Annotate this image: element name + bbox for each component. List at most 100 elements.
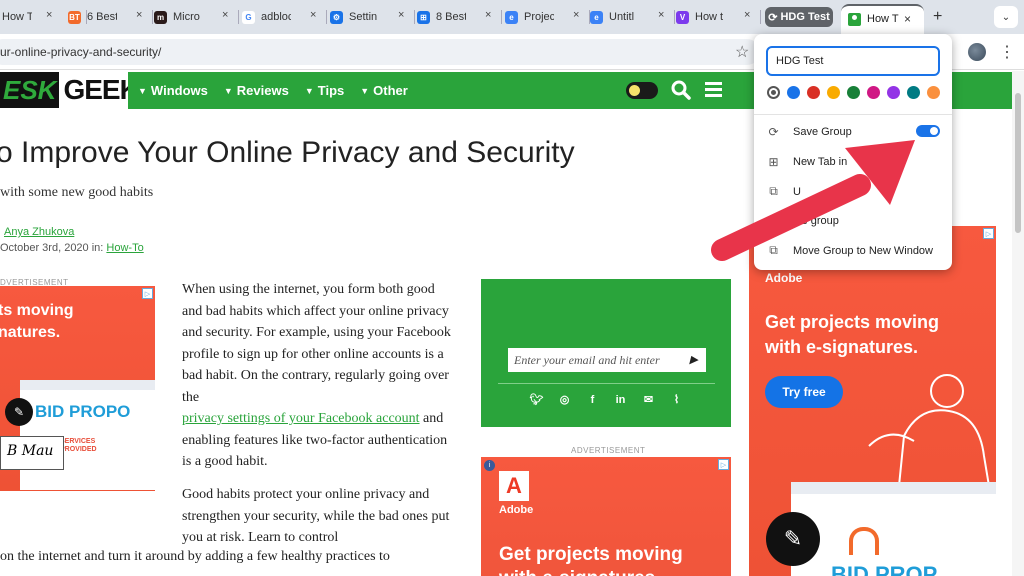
sync-icon: ⟳ [766, 124, 781, 139]
tab-separator [501, 10, 502, 24]
close-tab-icon[interactable]: × [658, 9, 666, 21]
signature-box: B Mau [0, 436, 64, 470]
url-text: ur-online-privacy-and-security/ [0, 45, 161, 59]
browser-tab[interactable]: Gadbloc× [242, 6, 318, 28]
close-tab-icon[interactable]: × [744, 9, 752, 21]
caret-down-icon: ▼ [138, 86, 147, 96]
new-tab-in-group-item[interactable]: ⊞New Tab in [766, 154, 847, 169]
close-tab-icon[interactable]: × [398, 9, 406, 21]
paragraph-2-continued: on the internet and turn it around by ad… [0, 549, 390, 565]
group-name-input[interactable]: HDG Test [766, 46, 940, 76]
browser-menu-icon[interactable]: ⋮ [999, 42, 1015, 62]
instagram-icon[interactable]: ◎ [557, 392, 572, 407]
adchoices-icon[interactable]: ▷ [983, 228, 994, 239]
browser-tab[interactable]: ⊞8 Best× [417, 6, 493, 28]
scrollbar-thumb[interactable] [1015, 93, 1021, 233]
profile-avatar[interactable] [968, 43, 986, 61]
submit-arrow-icon[interactable]: ▶ [690, 353, 698, 366]
color-swatch[interactable] [807, 86, 820, 99]
tab-favicon-icon: ⚙ [330, 11, 343, 24]
color-swatch[interactable] [927, 86, 940, 99]
ad-bid-text: BID PROPO [35, 402, 130, 422]
nav-other[interactable]: ▼Other [360, 83, 408, 98]
color-swatch[interactable] [867, 86, 880, 99]
try-free-button[interactable]: Try free [765, 376, 843, 408]
left-ad[interactable]: ts moving natures. ▷ BID PROPO SERVICES … [0, 286, 155, 491]
ad-document-card: BID PROP [791, 482, 996, 576]
color-swatch[interactable] [887, 86, 900, 99]
nav-tips[interactable]: ▼Tips [305, 83, 344, 98]
tab-favicon-icon: m [154, 11, 167, 24]
caret-down-icon: ▼ [360, 86, 369, 96]
tab-favicon-icon: BT [68, 11, 81, 24]
paragraph-2: Good habits protect your online privacy … [182, 484, 452, 549]
save-group-item[interactable]: ⟳Save Group [766, 124, 852, 139]
browser-tab[interactable]: e Projec × [505, 6, 581, 28]
site-logo[interactable]: ESK GEEK [0, 72, 139, 108]
browser-tab[interactable]: VHow t× [676, 6, 752, 28]
tab-group-chip[interactable]: ⟳ HDG Test [765, 7, 833, 27]
email-field[interactable]: Enter your email and hit enter▶ [508, 348, 706, 372]
sync-icon: ⟳ [768, 11, 777, 24]
browser-tab[interactable]: eUntitl× [590, 6, 666, 28]
middle-ad[interactable]: i ▷ A Adobe Get projects movingwith e-si… [481, 457, 731, 576]
linkedin-icon[interactable]: in [613, 392, 628, 407]
browser-tab[interactable]: m Micro × [154, 6, 230, 28]
browser-tab[interactable]: BT6 Best× [68, 6, 144, 28]
ad-services-text: SERVICES PROVIDED [60, 438, 97, 454]
ungroup-item[interactable]: ⧉U [766, 184, 801, 199]
site-favicon-icon [848, 13, 861, 26]
address-bar[interactable]: ur-online-privacy-and-security/ [0, 39, 760, 65]
adchoices-icon[interactable]: ▷ [142, 288, 153, 299]
browser-tab[interactable]: How T× [2, 6, 78, 28]
color-swatch[interactable] [847, 86, 860, 99]
bookmark-star-icon[interactable]: ☆ [735, 42, 749, 62]
color-picker [767, 86, 940, 99]
twitter-icon[interactable]: 🐦︎ [529, 392, 544, 407]
color-swatch[interactable] [767, 86, 780, 99]
new-tab-button[interactable]: + [933, 8, 942, 26]
new-tab-icon: ⊞ [766, 154, 781, 169]
sign-pen-icon: ✎ [5, 398, 33, 426]
close-tab-icon[interactable]: × [136, 9, 144, 21]
tab-separator [760, 10, 761, 24]
rss-icon[interactable]: ⌇ [669, 392, 684, 407]
close-tab-icon[interactable]: × [485, 9, 493, 21]
tab-favicon-icon: G [242, 11, 255, 24]
dark-mode-toggle[interactable] [626, 82, 658, 99]
category-link[interactable]: How-To [106, 242, 143, 254]
nav-windows[interactable]: ▼Windows [138, 83, 208, 98]
caret-down-icon: ▼ [224, 86, 233, 96]
ad-heading: Get projects moving with e-signatures. [765, 310, 939, 360]
close-tab-icon[interactable]: × [310, 9, 318, 21]
tab-title: Projec [524, 11, 554, 23]
color-swatch[interactable] [787, 86, 800, 99]
tab-search-button[interactable]: ⌄ [994, 6, 1018, 28]
adchoices-icon[interactable]: ▷ [718, 459, 729, 470]
move-group-item[interactable]: ⧉Move Group to New Window [766, 243, 933, 258]
tab-group-editor: HDG Test ⟳Save Group ⊞New Tab in ⧉U ⊟ide… [754, 34, 952, 270]
close-tab-icon[interactable]: × [573, 9, 581, 21]
color-swatch[interactable] [827, 86, 840, 99]
email-icon[interactable]: ✉ [641, 392, 656, 407]
tab-separator [326, 10, 327, 24]
sign-pen-fab[interactable]: ✎ [766, 512, 820, 566]
ungroup-icon: ⧉ [766, 184, 781, 199]
author-link[interactable]: Anya Zhukova [4, 226, 74, 238]
color-swatch[interactable] [907, 86, 920, 99]
search-icon[interactable] [671, 80, 691, 100]
browser-tab[interactable]: ⚙Settin× [330, 6, 406, 28]
nav-reviews[interactable]: ▼Reviews [224, 83, 289, 98]
save-group-toggle[interactable] [916, 125, 940, 137]
tab-title: Micro [173, 11, 203, 23]
close-tab-icon[interactable]: × [904, 12, 911, 26]
hide-group-item[interactable]: ⊟ide group [766, 213, 839, 228]
tab-separator [414, 10, 415, 24]
hamburger-menu-icon[interactable] [705, 82, 722, 96]
facebook-privacy-link[interactable]: privacy settings of your Facebook accoun… [182, 411, 420, 426]
tab-favicon-icon: e [505, 11, 518, 24]
facebook-icon[interactable]: f [585, 392, 600, 407]
ad-close-icon[interactable]: i [484, 460, 495, 471]
active-tab[interactable]: How T × [841, 4, 924, 34]
close-tab-icon[interactable]: × [222, 9, 230, 21]
